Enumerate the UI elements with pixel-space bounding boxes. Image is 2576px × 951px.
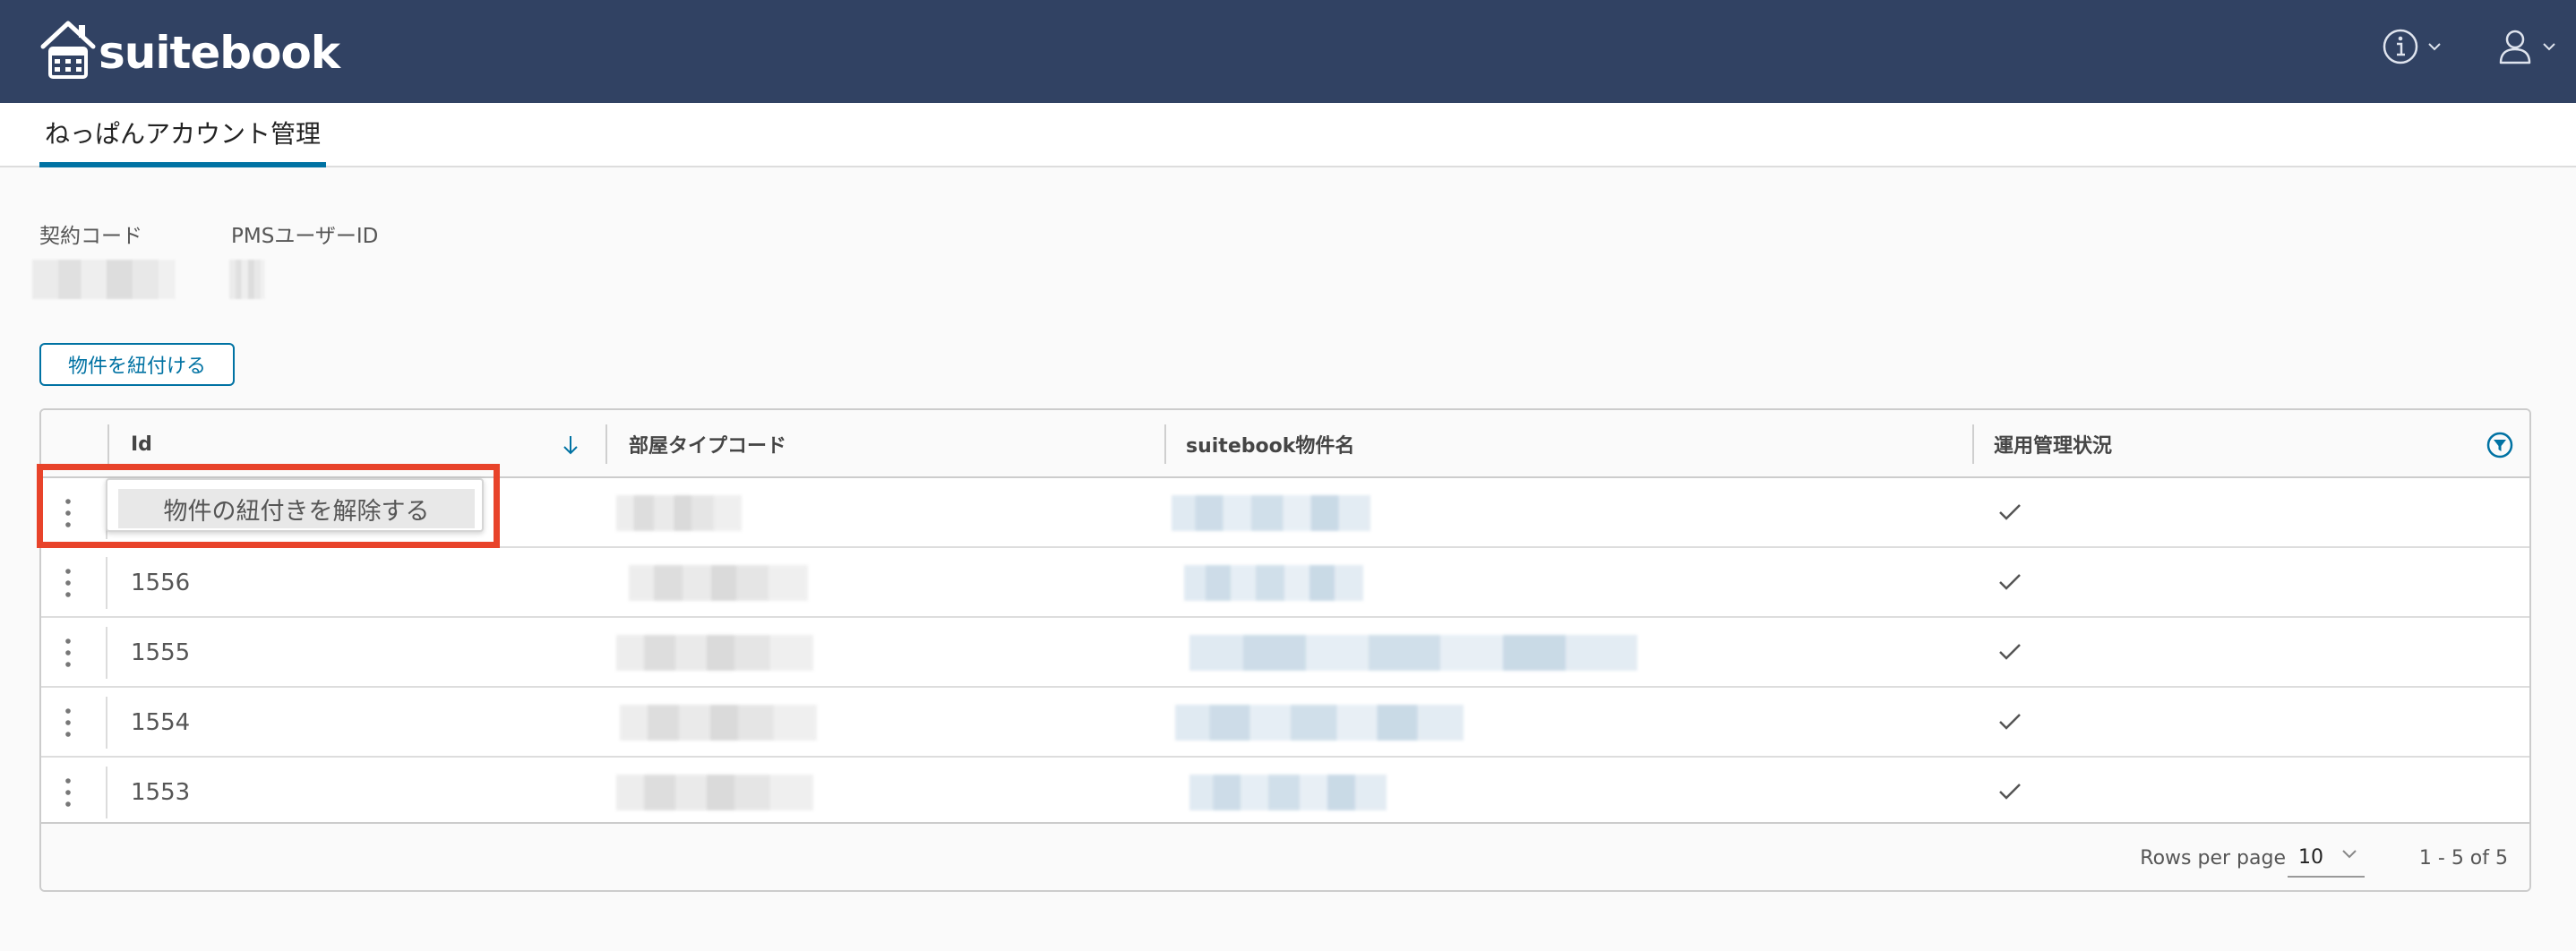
check-icon (1999, 784, 2021, 800)
column-separator[interactable] (605, 424, 607, 464)
row-actions-popover: 物件の紐付きを解除する (106, 478, 484, 532)
room-type-code-redacted (616, 495, 742, 531)
grid-header: Id 部屋タイプコード suitebook物件名 運用管理状況 (41, 410, 2529, 478)
column-separator[interactable] (1164, 424, 1166, 464)
pms-user-id-value-redacted (229, 260, 265, 299)
cell-id: 1553 (131, 779, 191, 806)
cell-id: 1554 (131, 709, 191, 736)
pagination-range: 1 - 5 of 5 (2418, 846, 2508, 870)
room-type-code-redacted (629, 565, 808, 601)
row-actions-kebab-icon[interactable] (61, 706, 75, 740)
column-separator[interactable] (1972, 424, 1974, 464)
user-menu-button[interactable] (2495, 27, 2556, 66)
property-name-redacted (1184, 565, 1363, 601)
rows-per-page-select[interactable]: 10 (2288, 838, 2365, 878)
table-row: 1554 (41, 688, 2529, 758)
row-actions-kebab-icon[interactable] (61, 566, 75, 600)
grid-footer: Rows per page 10 1 - 5 of 5 (41, 822, 2529, 890)
column-header-management-status[interactable]: 運用管理状況 (1994, 410, 2112, 478)
table-row: 1553 (41, 758, 2529, 827)
row-separator (106, 697, 107, 749)
link-property-button[interactable]: 物件を紐付ける (39, 343, 235, 386)
room-type-code-redacted (616, 775, 813, 810)
header-actions (2381, 27, 2556, 66)
pms-user-id-label: PMSユーザーID (231, 225, 379, 248)
rows-per-page-label: Rows per page (2140, 846, 2286, 870)
property-name-redacted (1189, 775, 1387, 810)
row-separator (106, 767, 107, 818)
property-name-redacted (1172, 495, 1370, 531)
table-row: 1555 (41, 618, 2529, 688)
table-row: 1556 (41, 548, 2529, 618)
app-header: suitebook (0, 0, 2576, 103)
chevron-down-icon (2428, 43, 2441, 51)
cell-id: 1556 (131, 570, 191, 596)
column-separator (107, 424, 109, 464)
row-separator (106, 627, 107, 679)
page-tab-bar: ねっぱんアカウント管理 (0, 103, 2576, 167)
property-datagrid: Id 部屋タイプコード suitebook物件名 運用管理状況 物件の紐付きを解… (39, 408, 2531, 892)
table-row: 物件の紐付きを解除する (41, 478, 2529, 548)
property-name-redacted (1175, 705, 1464, 741)
unlink-property-menu-item[interactable]: 物件の紐付きを解除する (118, 489, 475, 528)
check-icon (1999, 644, 2021, 660)
brand-name: suitebook (99, 27, 340, 79)
sort-descending-icon[interactable] (561, 433, 580, 457)
chevron-down-icon (2342, 850, 2357, 859)
room-type-code-redacted (620, 705, 817, 741)
row-actions-kebab-icon[interactable] (61, 496, 75, 530)
rows-per-page-value: 10 (2298, 845, 2323, 869)
info-icon (2383, 29, 2418, 64)
chevron-down-icon (2543, 43, 2555, 51)
filter-icon[interactable] (2486, 432, 2513, 458)
check-icon (1999, 504, 2021, 520)
row-separator (106, 557, 107, 609)
contract-code-value-redacted (32, 260, 176, 299)
house-calendar-logo-icon (40, 21, 96, 79)
contract-code-label: 契約コード (39, 225, 142, 248)
user-icon (2499, 30, 2531, 64)
column-header-property-name[interactable]: suitebook物件名 (1186, 410, 1354, 478)
tab-neppan-account[interactable]: ねっぱんアカウント管理 (39, 103, 326, 167)
row-actions-kebab-icon[interactable] (61, 636, 75, 670)
column-header-room-type-code[interactable]: 部屋タイプコード (629, 410, 786, 478)
row-actions-kebab-icon[interactable] (61, 775, 75, 810)
cell-id: 1555 (131, 639, 191, 666)
property-name-redacted (1189, 635, 1637, 671)
brand[interactable]: suitebook (39, 13, 340, 81)
column-header-id[interactable]: Id (131, 410, 152, 478)
help-menu-button[interactable] (2381, 27, 2442, 66)
check-icon (1999, 574, 2021, 590)
check-icon (1999, 714, 2021, 730)
room-type-code-redacted (616, 635, 813, 671)
